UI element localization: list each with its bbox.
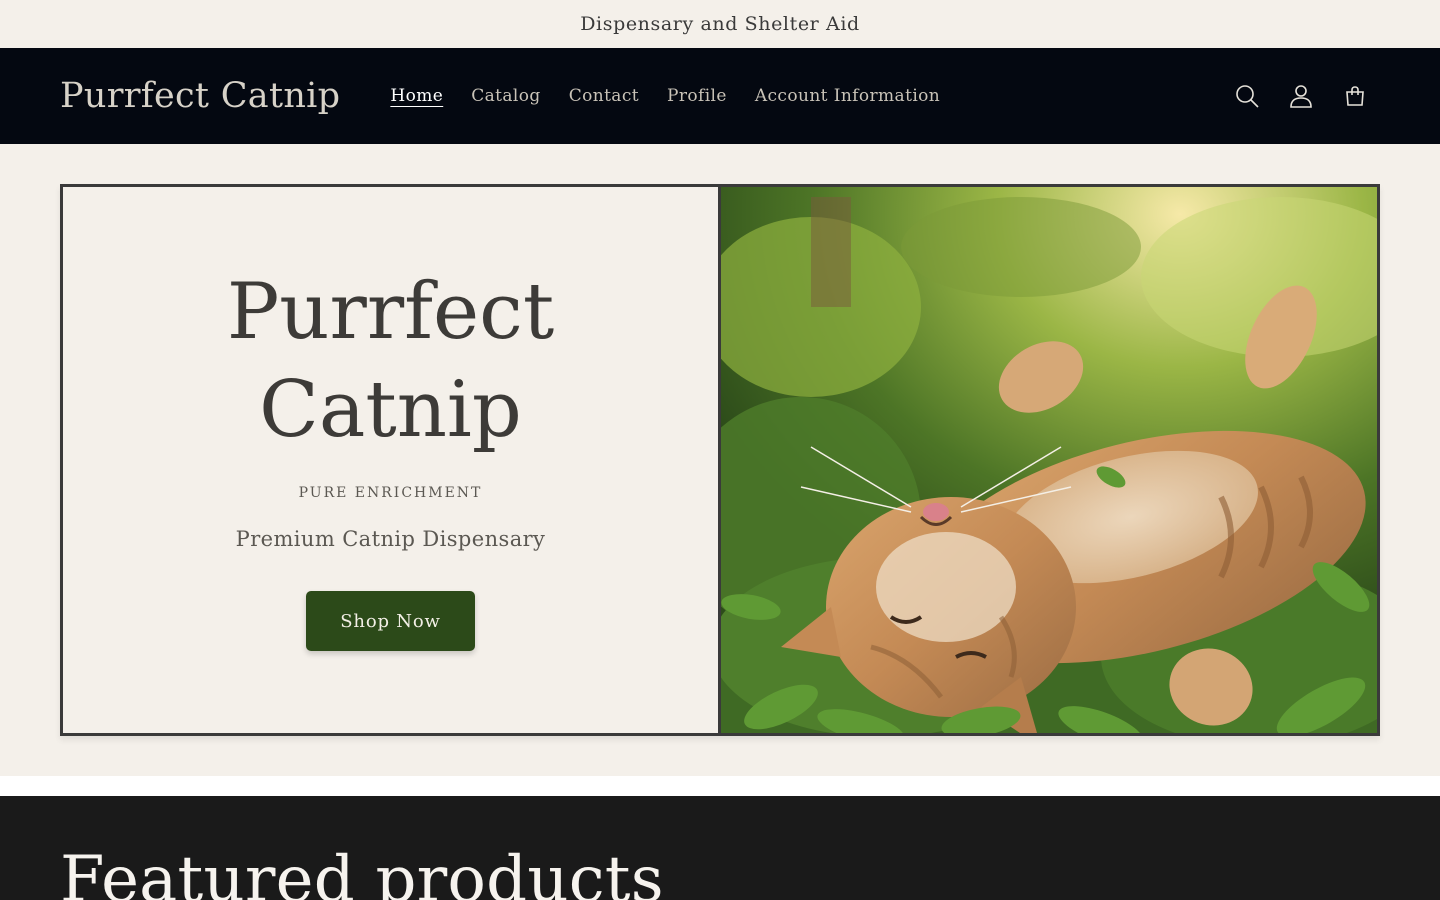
featured-products-heading: Featured products	[60, 843, 664, 900]
hero-title: Purrfect Catnip	[226, 267, 555, 455]
shop-now-button[interactable]: Shop Now	[306, 591, 475, 651]
site-logo[interactable]: Purrfect Catnip	[60, 76, 340, 116]
nav-item-account-information[interactable]: Account Information	[741, 80, 954, 112]
account-button[interactable]	[1276, 71, 1326, 121]
section-divider	[0, 776, 1440, 796]
featured-products-section: Featured products	[0, 796, 1440, 900]
site-header: Purrfect Catnip Home Catalog Contact Pro…	[0, 48, 1440, 144]
hero-tagline: PURE ENRICHMENT	[298, 485, 483, 501]
cart-icon	[1346, 86, 1364, 106]
cat-in-catnip-image	[721, 187, 1377, 733]
hero-section: Purrfect Catnip PURE ENRICHMENT Premium …	[0, 144, 1440, 776]
main-nav: Home Catalog Contact Profile Account Inf…	[376, 80, 954, 112]
header-icons	[1222, 48, 1380, 144]
nav-item-home[interactable]: Home	[376, 80, 457, 112]
account-icon	[1290, 85, 1312, 108]
search-button[interactable]	[1222, 71, 1272, 121]
hero-text-panel: Purrfect Catnip PURE ENRICHMENT Premium …	[63, 187, 721, 733]
hero-banner: Purrfect Catnip PURE ENRICHMENT Premium …	[60, 184, 1380, 736]
announcement-bar: Dispensary and Shelter Aid	[0, 0, 1440, 48]
search-icon	[1236, 85, 1259, 108]
cart-button[interactable]	[1330, 71, 1380, 121]
nav-item-catalog[interactable]: Catalog	[457, 80, 554, 112]
announcement-text: Dispensary and Shelter Aid	[580, 13, 860, 35]
nav-item-contact[interactable]: Contact	[555, 80, 653, 112]
nav-item-profile[interactable]: Profile	[653, 80, 741, 112]
hero-subtitle: Premium Catnip Dispensary	[235, 527, 546, 551]
hero-image	[721, 187, 1377, 733]
